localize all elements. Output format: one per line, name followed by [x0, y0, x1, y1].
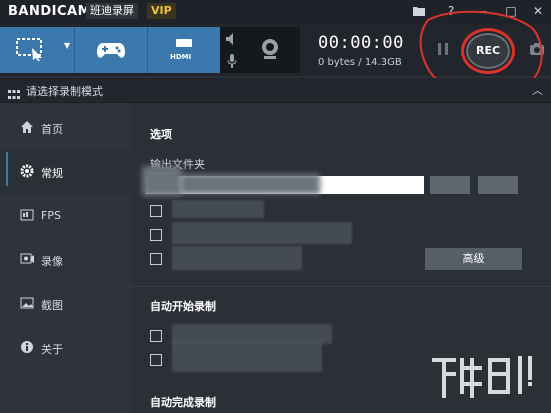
sidebar-item-label: 关于 — [41, 343, 63, 356]
mode-dropdown[interactable]: ▼ — [62, 27, 75, 73]
sidebar-item-video[interactable]: 录像 — [0, 238, 131, 282]
options-section-title: 选项 — [150, 128, 172, 141]
auto-start-section-title: 自动开始录制 — [150, 300, 216, 313]
gear-icon — [20, 164, 34, 178]
redacted-area — [142, 166, 182, 196]
redacted-label — [172, 200, 264, 218]
redacted-label — [172, 340, 322, 372]
sidebar-item-label: 首页 — [41, 123, 63, 136]
checkbox[interactable] — [150, 253, 162, 265]
sidebar-item-general[interactable]: 常规 — [0, 150, 131, 194]
speaker-icon[interactable] — [225, 31, 239, 50]
file-size-status: 0 bytes / 14.3GB — [318, 57, 402, 68]
app-name: 班迪录屏 — [86, 3, 138, 19]
checkbox[interactable] — [150, 205, 162, 217]
sidebar-item-label: 截图 — [41, 299, 63, 312]
open-folder-button[interactable] — [478, 176, 518, 194]
redacted-area — [180, 174, 320, 194]
sidebar-item-label: 录像 — [41, 255, 63, 268]
grid-icon — [8, 85, 20, 104]
mode-select-label: 请选择录制模式 — [26, 85, 103, 98]
browse-button[interactable] — [430, 176, 470, 194]
screen-rect-mode-button[interactable] — [0, 27, 63, 73]
hdmi-mode-button[interactable]: HDMI — [148, 27, 221, 73]
watermark-logo — [432, 356, 532, 398]
sidebar-item-home[interactable]: 首页 — [0, 106, 131, 150]
checkbox[interactable] — [150, 354, 162, 366]
advanced-button[interactable]: 高级 — [425, 248, 522, 270]
sidebar-item-fps[interactable]: FPS — [0, 194, 131, 238]
info-icon — [21, 341, 33, 353]
vip-badge[interactable]: VIP — [147, 3, 176, 19]
sidebar-item-label: FPS — [41, 209, 61, 222]
divider — [131, 286, 551, 287]
checkbox[interactable] — [150, 229, 162, 241]
screen-rect-icon — [16, 38, 42, 61]
image-icon — [20, 297, 34, 309]
home-icon — [21, 121, 33, 133]
sidebar-item-screenshot[interactable]: 截图 — [0, 282, 131, 326]
fps-icon — [20, 209, 34, 221]
recording-timer: 00:00:00 — [318, 33, 404, 53]
brand-logo: BANDICAM — [8, 4, 92, 19]
sidebar-item-label: 常规 — [41, 167, 63, 180]
sidebar-item-about[interactable]: 关于 — [0, 326, 131, 370]
active-indicator — [6, 152, 8, 186]
chevron-up-icon[interactable]: ︿ — [532, 82, 543, 98]
webcam-icon[interactable] — [259, 38, 281, 64]
redacted-label — [172, 222, 352, 244]
auto-complete-section-title: 自动完成录制 — [150, 396, 216, 409]
hdmi-label: HDMI — [170, 53, 192, 61]
microphone-icon[interactable] — [227, 53, 237, 72]
game-mode-button[interactable] — [75, 27, 148, 73]
video-icon — [20, 253, 34, 264]
checkbox[interactable] — [150, 330, 162, 342]
gamepad-icon — [97, 43, 125, 58]
redacted-label — [172, 246, 302, 270]
chevron-down-icon: ▼ — [64, 41, 71, 50]
